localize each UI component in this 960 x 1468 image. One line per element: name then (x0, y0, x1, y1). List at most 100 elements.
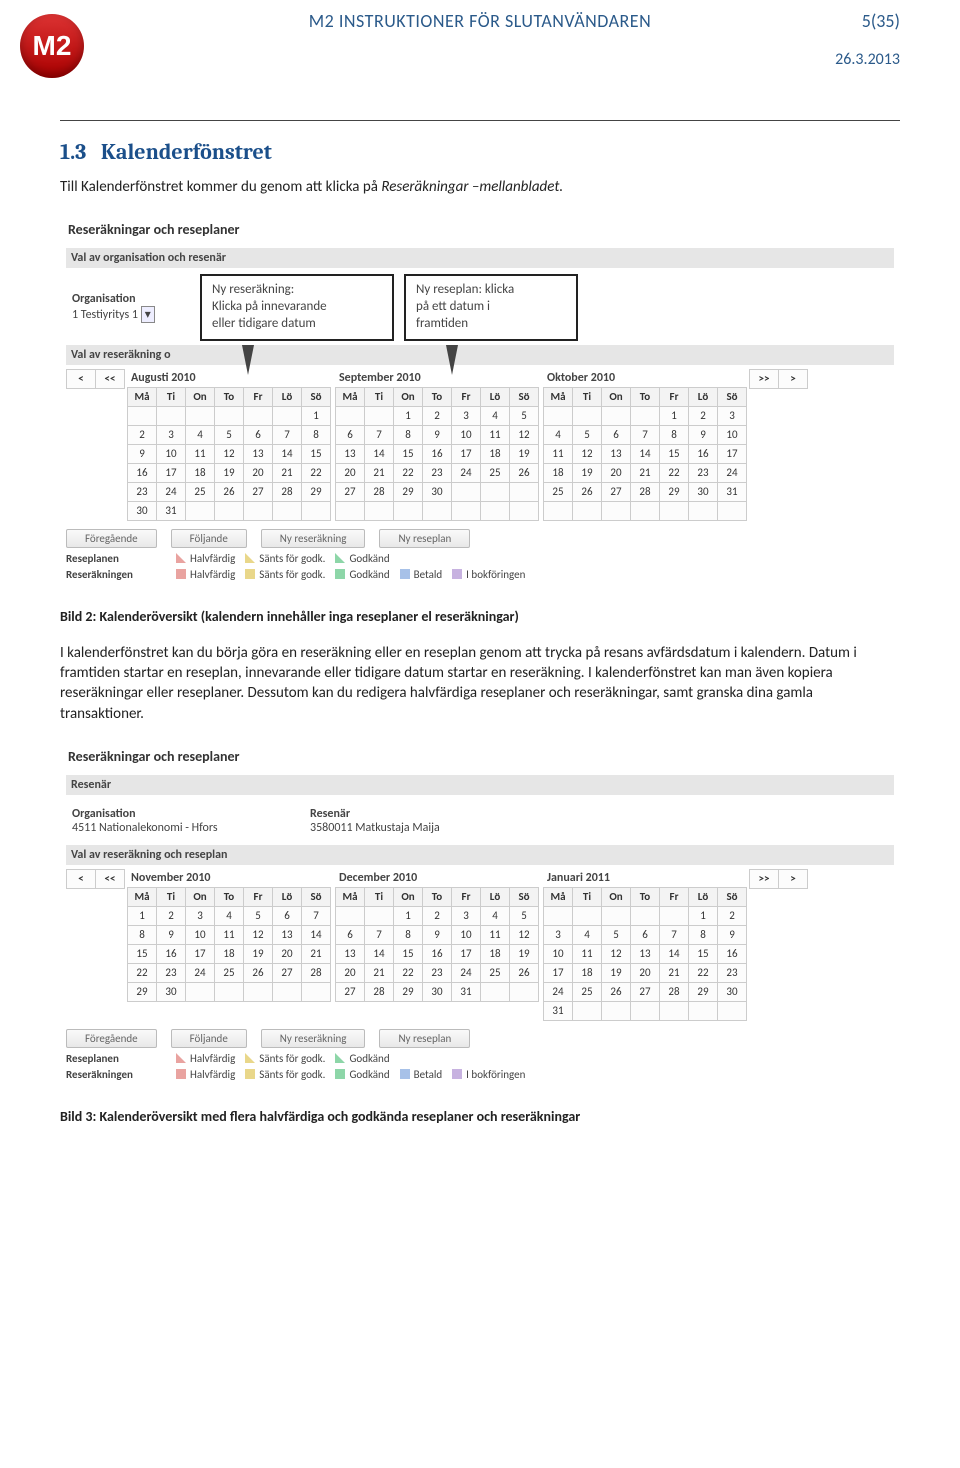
calendar-day[interactable]: 28 (365, 482, 394, 501)
calendar-day[interactable]: 15 (394, 444, 423, 463)
calendar-day[interactable]: 21 (631, 463, 660, 482)
calendar-day[interactable]: 21 (302, 944, 331, 963)
calendar-day[interactable] (510, 482, 539, 501)
calendar-day[interactable] (544, 501, 573, 520)
calendar-day[interactable]: 20 (336, 963, 365, 982)
cal-nav-next[interactable]: >> (750, 369, 779, 388)
calendar-day[interactable]: 21 (365, 463, 394, 482)
calendar-day[interactable] (602, 501, 631, 520)
calendar-day[interactable]: 30 (689, 482, 718, 501)
calendar-day[interactable] (689, 1001, 718, 1020)
calendar-day[interactable]: 27 (602, 482, 631, 501)
calendar-day[interactable]: 5 (510, 906, 539, 925)
calendar-day[interactable]: 18 (215, 944, 244, 963)
calendar-day[interactable]: 13 (273, 925, 302, 944)
calendar-day[interactable]: 18 (481, 444, 510, 463)
calendar-day[interactable]: 14 (660, 944, 689, 963)
calendar-day[interactable]: 5 (215, 425, 244, 444)
calendar-day[interactable]: 16 (718, 944, 747, 963)
calendar-day[interactable]: 23 (423, 963, 452, 982)
calendar-day[interactable]: 14 (365, 944, 394, 963)
calendar-day[interactable]: 17 (544, 963, 573, 982)
calendar-day[interactable] (631, 501, 660, 520)
calendar-day[interactable]: 9 (423, 925, 452, 944)
calendar-day[interactable]: 2 (423, 406, 452, 425)
calendar-day[interactable]: 6 (336, 425, 365, 444)
calendar-day[interactable]: 1 (302, 406, 331, 425)
calendar-month[interactable]: MåTiOnToFrLöSö12345678910111213141516171… (543, 387, 747, 521)
calendar-day[interactable] (273, 501, 302, 520)
calendar-day[interactable]: 10 (452, 925, 481, 944)
calendar-day[interactable]: 24 (186, 963, 215, 982)
calendar-day[interactable]: 6 (244, 425, 273, 444)
calendar-day[interactable]: 27 (336, 482, 365, 501)
calendar-day[interactable]: 29 (394, 982, 423, 1001)
calendar-day[interactable]: 29 (689, 982, 718, 1001)
calendar-day[interactable]: 31 (157, 501, 186, 520)
calendar-day[interactable]: 23 (423, 463, 452, 482)
calendar-day[interactable]: 20 (631, 963, 660, 982)
calendar-day[interactable]: 2 (128, 425, 157, 444)
calendar-day[interactable]: 8 (394, 425, 423, 444)
calendar-day[interactable] (423, 501, 452, 520)
calendar-day[interactable]: 6 (336, 925, 365, 944)
calendar-day[interactable]: 14 (302, 925, 331, 944)
calendar-day[interactable]: 6 (273, 906, 302, 925)
calendar-day[interactable]: 10 (186, 925, 215, 944)
calendar-day[interactable]: 29 (660, 482, 689, 501)
calendar-day[interactable]: 30 (423, 482, 452, 501)
calendar-day[interactable] (544, 906, 573, 925)
calendar-day[interactable]: 17 (186, 944, 215, 963)
calendar-day[interactable]: 2 (718, 906, 747, 925)
calendar-day[interactable]: 22 (394, 463, 423, 482)
cal-nav-prev[interactable]: << (96, 869, 125, 888)
calendar-day[interactable]: 25 (544, 482, 573, 501)
calendar-day[interactable]: 3 (544, 925, 573, 944)
calendar-day[interactable]: 4 (573, 925, 602, 944)
calendar-day[interactable]: 16 (157, 944, 186, 963)
btn-new-plan[interactable]: Ny reseplan (379, 1029, 470, 1048)
calendar-day[interactable]: 8 (302, 425, 331, 444)
calendar-day[interactable]: 7 (631, 425, 660, 444)
calendar-day[interactable]: 25 (215, 963, 244, 982)
calendar-day[interactable]: 6 (631, 925, 660, 944)
calendar-day[interactable]: 16 (423, 944, 452, 963)
calendar-day[interactable]: 10 (544, 944, 573, 963)
calendar-day[interactable]: 9 (689, 425, 718, 444)
calendar-day[interactable]: 26 (215, 482, 244, 501)
calendar-day[interactable]: 26 (602, 982, 631, 1001)
calendar-day[interactable]: 25 (186, 482, 215, 501)
calendar-day[interactable]: 22 (128, 963, 157, 982)
calendar-day[interactable]: 21 (365, 963, 394, 982)
cal-nav-first[interactable]: < (67, 369, 96, 388)
calendar-day[interactable]: 31 (544, 1001, 573, 1020)
calendar-day[interactable]: 19 (510, 944, 539, 963)
calendar-day[interactable]: 18 (186, 463, 215, 482)
calendar-day[interactable]: 20 (602, 463, 631, 482)
calendar-day[interactable]: 16 (689, 444, 718, 463)
calendar-day[interactable]: 6 (602, 425, 631, 444)
calendar-day[interactable]: 9 (718, 925, 747, 944)
calendar-day[interactable]: 2 (689, 406, 718, 425)
calendar-day[interactable]: 25 (481, 463, 510, 482)
calendar-day[interactable]: 18 (481, 944, 510, 963)
calendar-month[interactable]: MåTiOnToFrLöSö12345678910111213141516171… (127, 387, 331, 521)
calendar-day[interactable]: 1 (394, 406, 423, 425)
calendar-day[interactable]: 17 (157, 463, 186, 482)
calendar-day[interactable]: 3 (452, 406, 481, 425)
calendar-day[interactable]: 20 (336, 463, 365, 482)
btn-next[interactable]: Följande (171, 529, 247, 548)
calendar-day[interactable] (215, 982, 244, 1001)
calendar-day[interactable]: 1 (689, 906, 718, 925)
calendar-day[interactable]: 27 (244, 482, 273, 501)
calendar-day[interactable]: 14 (631, 444, 660, 463)
calendar-day[interactable]: 17 (452, 444, 481, 463)
calendar-day[interactable]: 19 (510, 444, 539, 463)
calendar-day[interactable] (602, 906, 631, 925)
calendar-day[interactable]: 22 (689, 963, 718, 982)
calendar-day[interactable]: 7 (365, 925, 394, 944)
calendar-day[interactable]: 15 (660, 444, 689, 463)
calendar-day[interactable]: 31 (718, 482, 747, 501)
calendar-day[interactable]: 23 (157, 963, 186, 982)
btn-new-bill[interactable]: Ny reseräkning (261, 529, 366, 548)
